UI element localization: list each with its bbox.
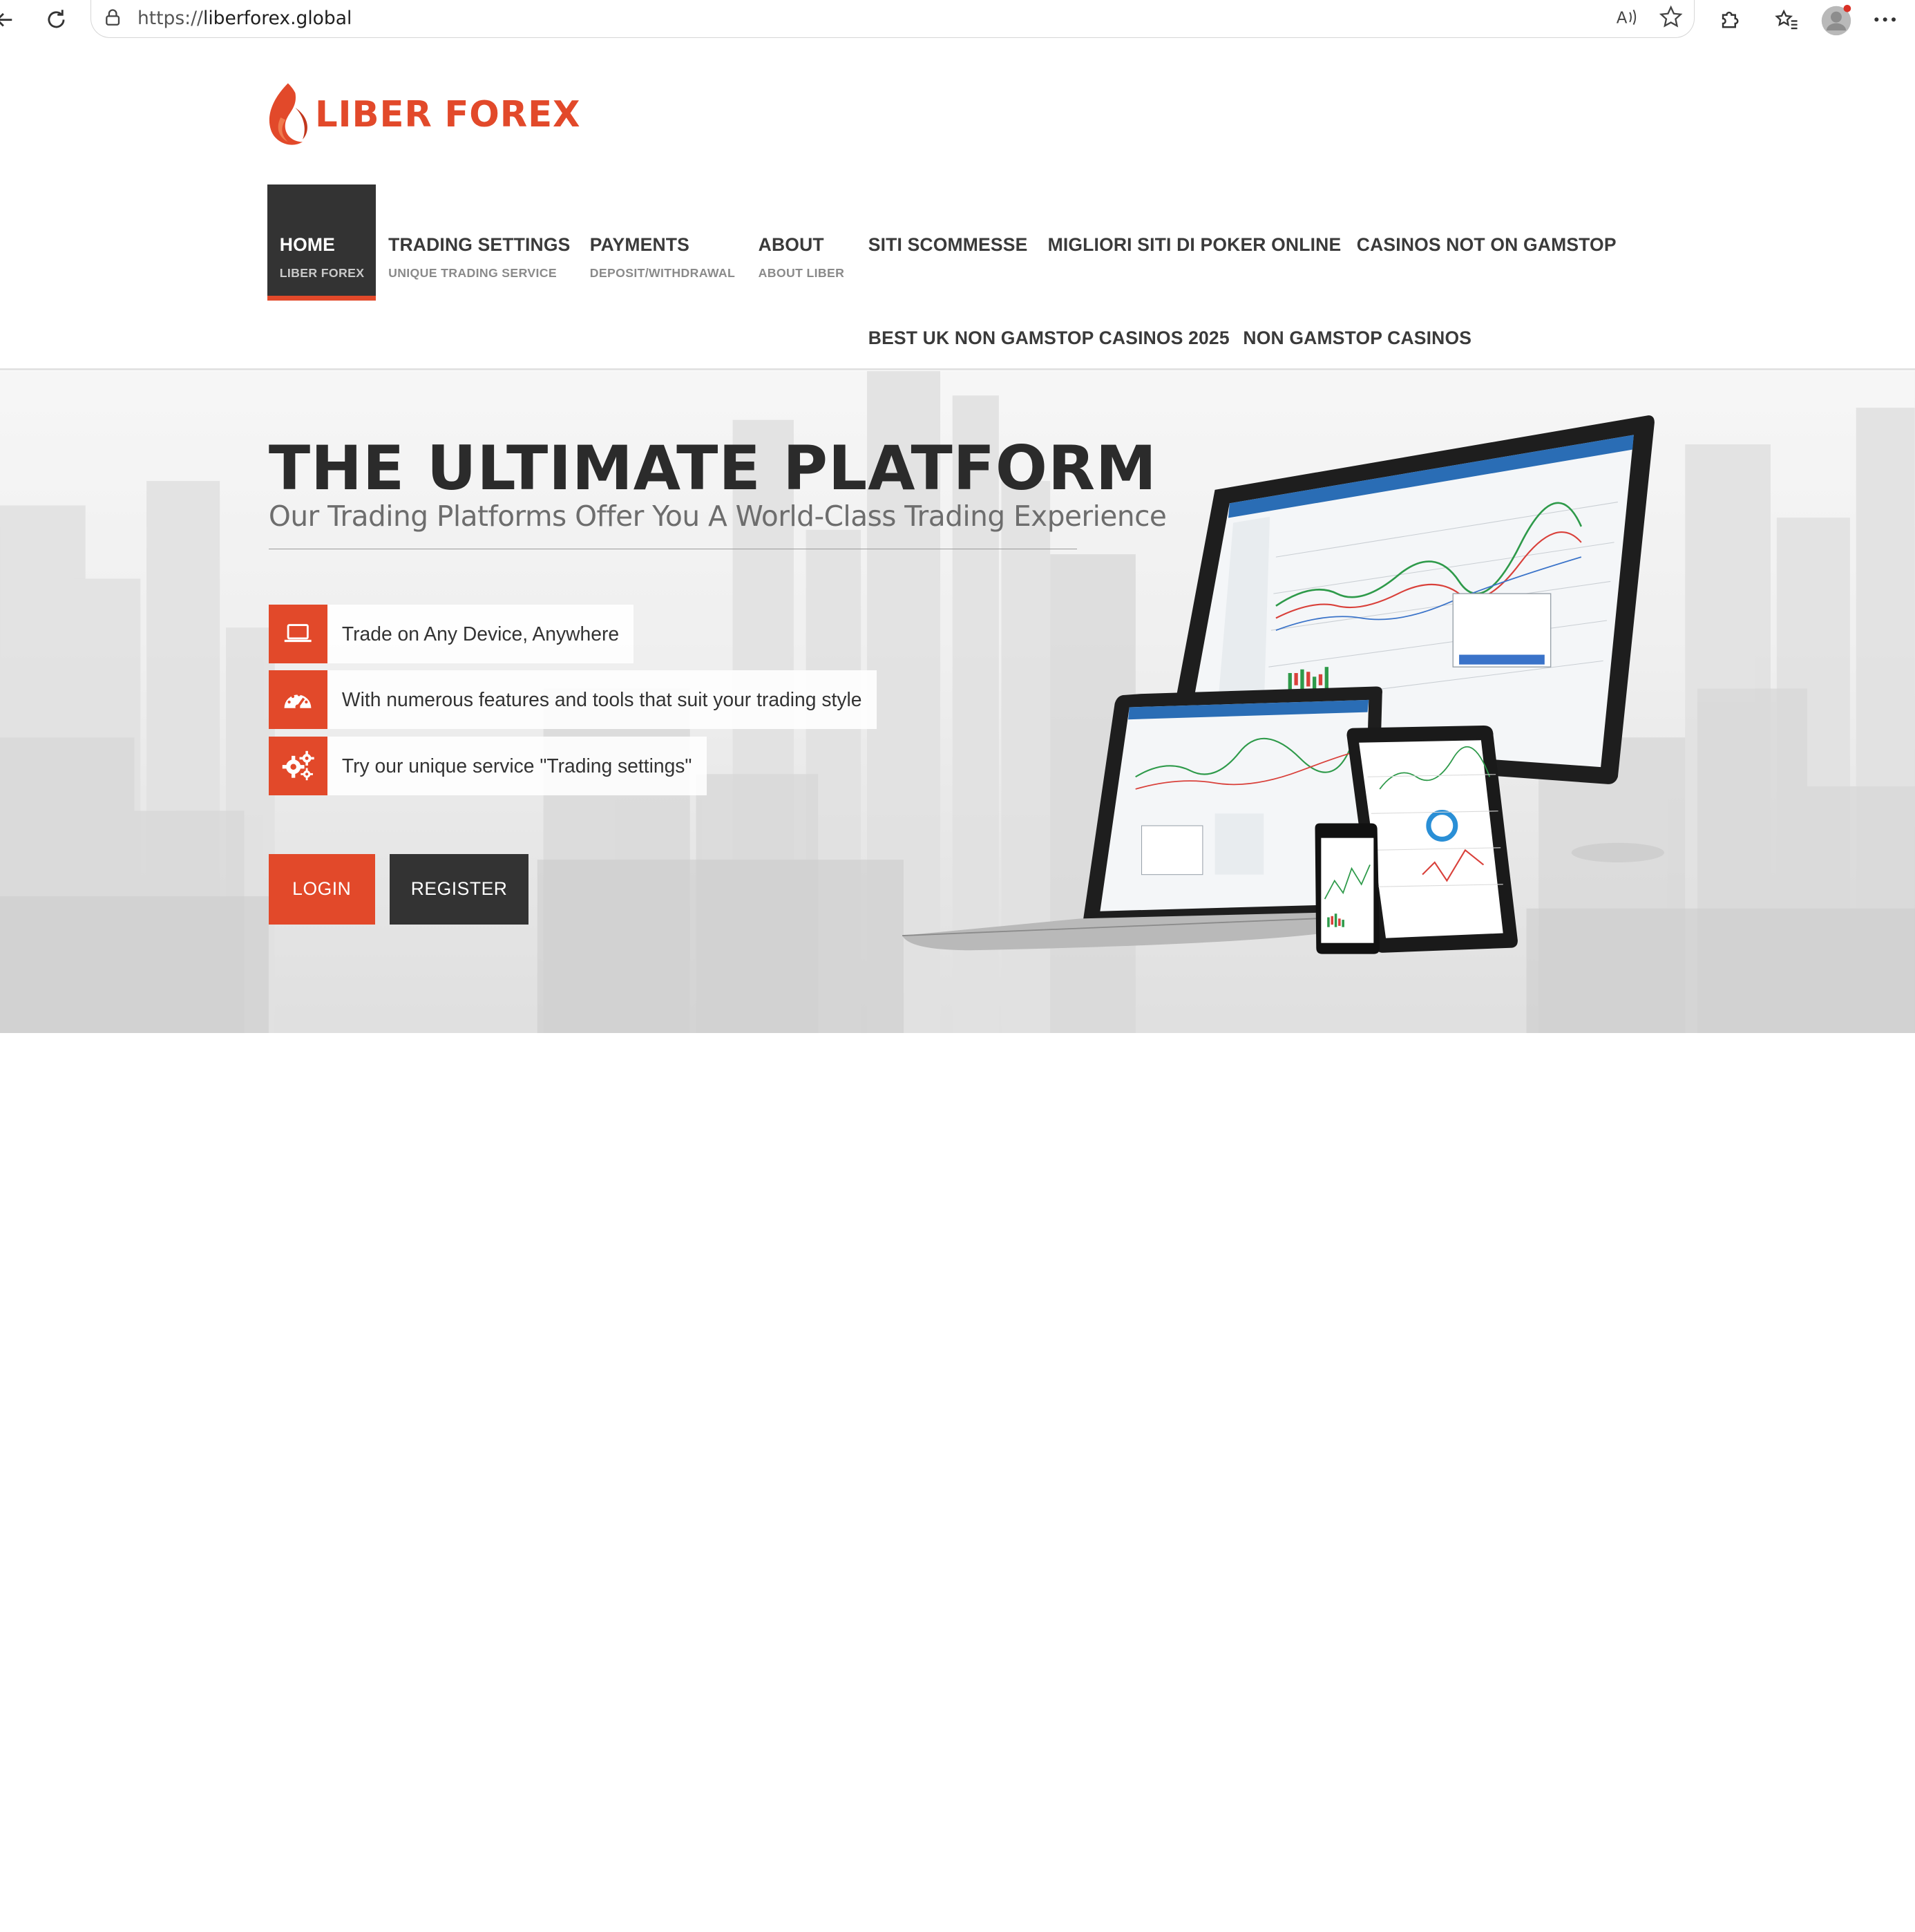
feature-trading-settings-text: Try our unique service "Trading settings… [327,736,707,795]
nav-home-label: HOME [279,234,335,256]
hero-section: THE ULTIMATE PLATFORM Our Trading Platfo… [0,371,1915,1034]
back-icon[interactable] [0,5,19,34]
feature-tools: With numerous features and tools that su… [268,670,877,730]
logo-word-liber: LIBER [315,94,432,136]
url-text: https://liberforex.global [137,8,352,29]
svg-text:A: A [1617,10,1628,28]
nav-about-label: ABOUT [758,234,824,256]
nav-home-sub: LIBER FOREX [279,265,365,280]
feature-any-device: Trade on Any Device, Anywhere [268,604,634,663]
nav-trading-settings-label: TRADING SETTINGS [388,234,571,256]
laptop-icon [268,604,327,663]
nav-non-gamstop-casinos[interactable]: NON GAMSTOP CASINOS [1243,328,1471,349]
register-button[interactable]: REGISTER [389,853,529,925]
feature-tools-text: With numerous features and tools that su… [327,670,877,730]
nav-trading-settings-sub: UNIQUE TRADING SERVICE [388,265,557,280]
collections-icon[interactable] [1772,5,1801,34]
logo-text: LIBER FOREX [315,94,593,135]
lock-icon[interactable] [98,3,127,32]
favorite-star-icon[interactable] [1657,3,1686,32]
nav-about[interactable]: ABOUT ABOUT LIBER [759,234,845,280]
refresh-icon[interactable] [41,5,70,34]
browser-toolbar: https://liberforex.global A [0,0,1915,46]
flame-icon [269,83,308,145]
page: https://liberforex.global A LIBER FOREX … [0,0,1915,1093]
nav-about-sub: ABOUT LIBER [758,265,845,280]
nav-siti-scommesse[interactable]: SITI SCOMMESSE [868,234,1028,256]
login-button[interactable]: LOGIN [268,853,375,925]
phone-image [1315,823,1380,954]
logo-word-forex: FOREX [444,94,581,136]
feature-any-device-text: Trade on Any Device, Anywhere [327,604,634,663]
nav-payments-label: PAYMENTS [589,234,690,256]
logo[interactable]: LIBER FOREX [266,79,593,151]
feature-trading-settings: Try our unique service "Trading settings… [268,736,707,795]
read-aloud-icon[interactable]: A [1612,3,1641,32]
laptop-image [902,686,1383,951]
nav-casinos-not-on-gamstop-label: CASINOS NOT ON GAMSTOP [1356,234,1617,256]
address-bar[interactable]: https://liberforex.global A [90,0,1695,38]
site-header: LIBER FOREX HOME LIBER FOREX TRADING SETT… [0,45,1915,370]
speedometer-icon [268,670,327,730]
nav-siti-scommesse-label: SITI SCOMMESSE [868,234,1028,256]
trading-platform-devices-illustration [902,415,1665,954]
nav-poker-online[interactable]: MIGLIORI SITI DI POKER ONLINE [1048,234,1342,256]
nav-trading-settings[interactable]: TRADING SETTINGS UNIQUE TRADING SERVICE [388,234,570,280]
profile-avatar-icon[interactable] [1820,5,1852,37]
nav-best-uk-casinos-label: BEST UK NON GAMSTOP CASINOS 2025 [868,327,1230,348]
extensions-icon[interactable] [1715,5,1744,34]
url-protocol: https:// [137,7,203,29]
url-host: liberforex.global [202,7,352,29]
nav-payments[interactable]: PAYMENTS DEPOSIT/WITHDRAWAL [590,234,735,280]
gears-icon [268,736,327,795]
nav-best-uk-casinos[interactable]: BEST UK NON GAMSTOP CASINOS 2025 [868,328,1230,349]
nav-non-gamstop-casinos-label: NON GAMSTOP CASINOS [1243,327,1472,348]
nav-casinos-not-on-gamstop[interactable]: CASINOS NOT ON GAMSTOP [1357,234,1617,256]
nav-poker-online-label: MIGLIORI SITI DI POKER ONLINE [1047,234,1342,256]
nav-home[interactable]: HOME LIBER FOREX [267,184,377,301]
more-menu-icon[interactable] [1871,5,1900,34]
nav-payments-sub: DEPOSIT/WITHDRAWAL [589,265,736,280]
